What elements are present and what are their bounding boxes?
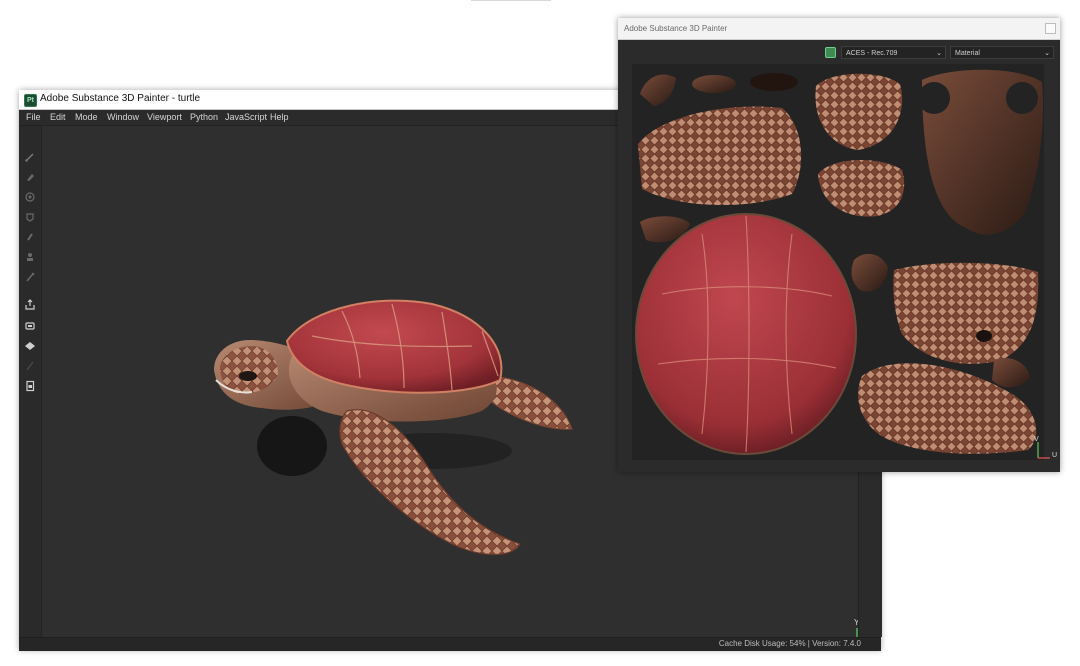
menu-mode[interactable]: Mode: [75, 112, 98, 122]
menu-viewport[interactable]: Viewport: [147, 112, 182, 122]
status-bar: Cache Disk Usage: 54% | Version: 7.4.0: [19, 637, 881, 651]
color-management-icon[interactable]: [825, 47, 836, 58]
paint-brush-icon[interactable]: [23, 150, 37, 164]
status-text: Cache Disk Usage: 54% | Version: 7.4.0: [718, 639, 861, 648]
uv-title-bar[interactable]: Adobe Substance 3D Painter: [618, 18, 1060, 40]
uv-texture-window: Adobe Substance 3D Painter ACES - Rec.70…: [618, 18, 1060, 472]
uv-toolbar: ACES - Rec.709 ⌄ Material ⌄: [618, 40, 1060, 64]
render-icon[interactable]: [23, 339, 37, 353]
geometry-mask-icon[interactable]: [23, 359, 37, 373]
chevron-down-icon: ⌄: [1044, 50, 1050, 57]
export-icon[interactable]: [23, 298, 37, 312]
layer-doc-icon[interactable]: [23, 379, 37, 393]
colorspace-value: ACES - Rec.709: [846, 50, 898, 57]
menu-window[interactable]: Window: [107, 112, 139, 122]
uv-window-title: Adobe Substance 3D Painter: [624, 24, 728, 33]
clone-stamp-icon[interactable]: [23, 250, 37, 264]
menu-help[interactable]: Help: [270, 112, 289, 122]
smudge-icon[interactable]: [23, 230, 37, 244]
window-title: Adobe Substance 3D Painter - turtle: [40, 93, 201, 104]
bake-icon[interactable]: [23, 319, 37, 333]
channel-dropdown[interactable]: Material ⌄: [950, 46, 1054, 59]
menu-javascript[interactable]: JavaScript: [225, 112, 267, 122]
close-button[interactable]: [1045, 23, 1056, 34]
menu-file[interactable]: File: [26, 112, 41, 122]
uv-u-label: U: [1052, 452, 1058, 459]
chevron-down-icon: ⌄: [936, 50, 942, 57]
background-window-edge: [471, 0, 551, 1]
menu-edit[interactable]: Edit: [50, 112, 66, 122]
color-picker-icon[interactable]: [23, 270, 37, 284]
app-logo-icon: Pt: [24, 94, 37, 107]
channel-value: Material: [955, 50, 980, 57]
projection-icon[interactable]: [23, 190, 37, 204]
polygon-fill-icon[interactable]: [23, 210, 37, 224]
uv-texture-view[interactable]: [632, 64, 1044, 460]
uv-texture-map: [635, 69, 1044, 455]
uv-v-label: V: [1034, 436, 1039, 443]
tool-sidebar: [19, 126, 42, 637]
menu-python[interactable]: Python: [190, 112, 218, 122]
colorspace-dropdown[interactable]: ACES - Rec.709 ⌄: [841, 46, 946, 59]
uv-axis-indicator: V U: [1034, 436, 1060, 462]
eraser-icon[interactable]: [23, 170, 37, 184]
